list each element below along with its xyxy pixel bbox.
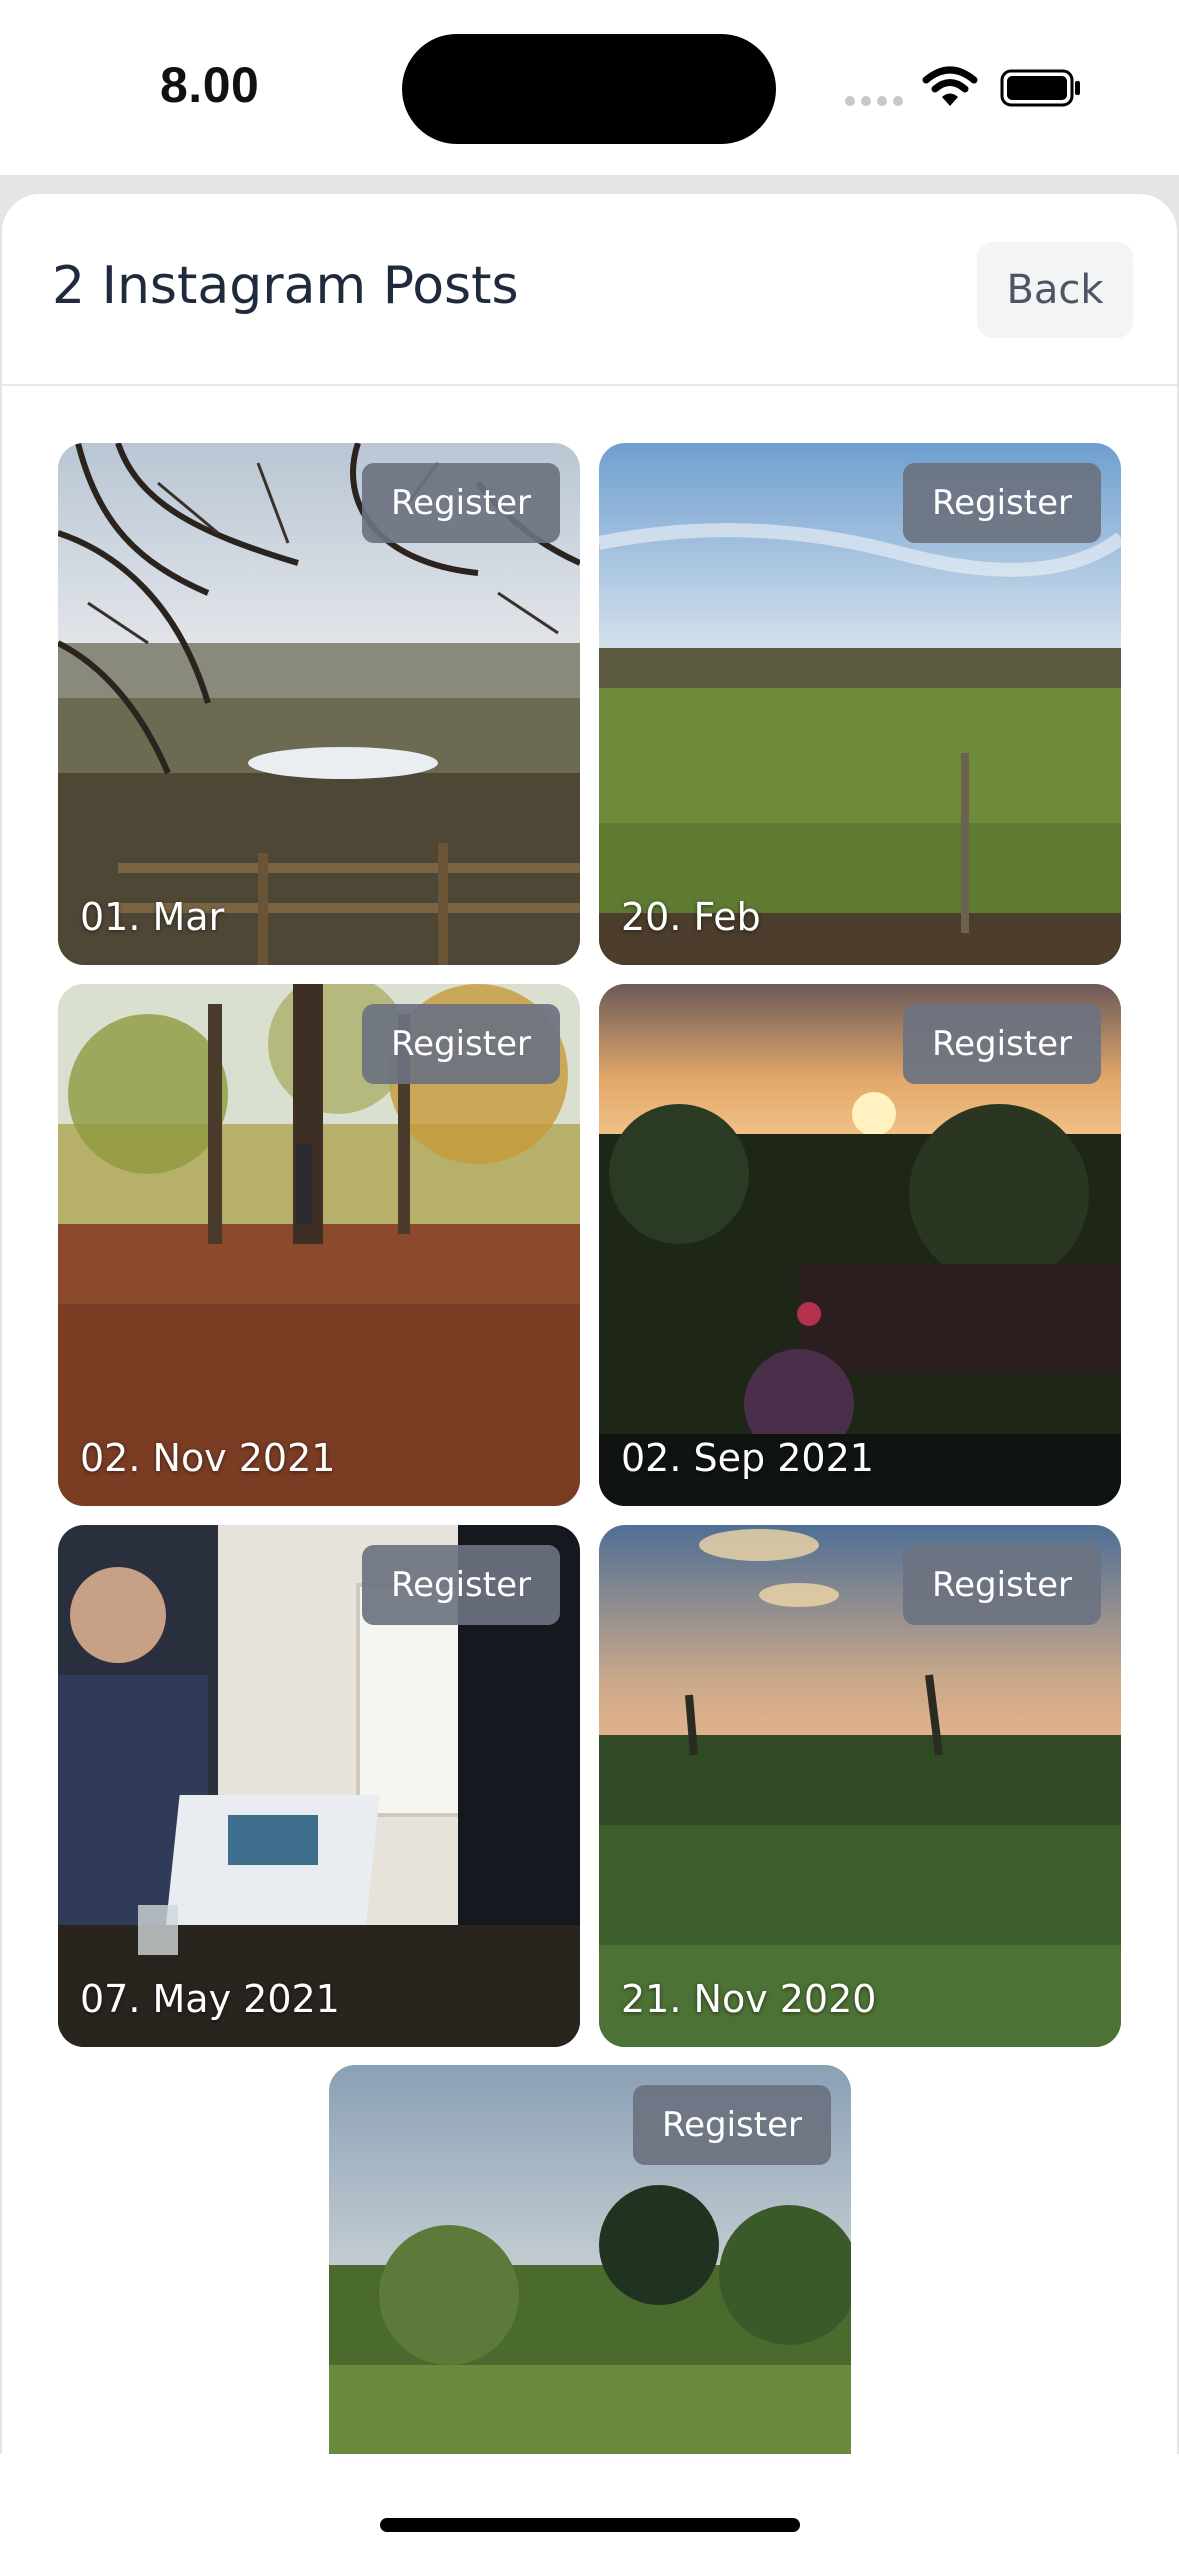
- wifi-icon: [922, 66, 978, 106]
- page-title: 2 Instagram Posts: [52, 256, 519, 316]
- sheet-header: 2 Instagram Posts Back: [2, 194, 1177, 386]
- register-button[interactable]: Register: [903, 463, 1101, 543]
- back-button[interactable]: Back: [977, 242, 1133, 338]
- post-date: 21. Nov 2020: [621, 1977, 877, 2021]
- register-button[interactable]: Register: [362, 463, 560, 543]
- battery-icon: [1000, 69, 1080, 107]
- status-bar: 8.00: [0, 0, 1179, 175]
- register-button[interactable]: Register: [362, 1545, 560, 1625]
- post-date: 01. Mar: [80, 895, 225, 939]
- post-card[interactable]: Register 21. Nov 2020: [599, 1525, 1121, 2047]
- register-button[interactable]: Register: [903, 1545, 1101, 1625]
- post-date: 20. Feb: [621, 895, 761, 939]
- register-button[interactable]: Register: [362, 1004, 560, 1084]
- register-button[interactable]: Register: [903, 1004, 1101, 1084]
- post-card[interactable]: Register: [329, 2065, 851, 2455]
- post-date: 07. May 2021: [80, 1977, 340, 2021]
- post-card[interactable]: Register 07. May 2021: [58, 1525, 580, 2047]
- status-time: 8.00: [160, 57, 260, 113]
- post-card[interactable]: Register 02. Nov 2021: [58, 984, 580, 1506]
- home-indicator[interactable]: [380, 2518, 800, 2532]
- post-date: 02. Nov 2021: [80, 1436, 336, 1480]
- register-button[interactable]: Register: [633, 2085, 831, 2165]
- post-card[interactable]: Register 02. Sep 2021: [599, 984, 1121, 1506]
- post-date: 02. Sep 2021: [621, 1436, 874, 1480]
- cellular-signal-icon: [845, 96, 903, 106]
- post-card[interactable]: Register 20. Feb: [599, 443, 1121, 965]
- dynamic-island: [402, 34, 776, 144]
- bottom-safe-area: [0, 2454, 1179, 2556]
- post-card[interactable]: Register 01. Mar: [58, 443, 580, 965]
